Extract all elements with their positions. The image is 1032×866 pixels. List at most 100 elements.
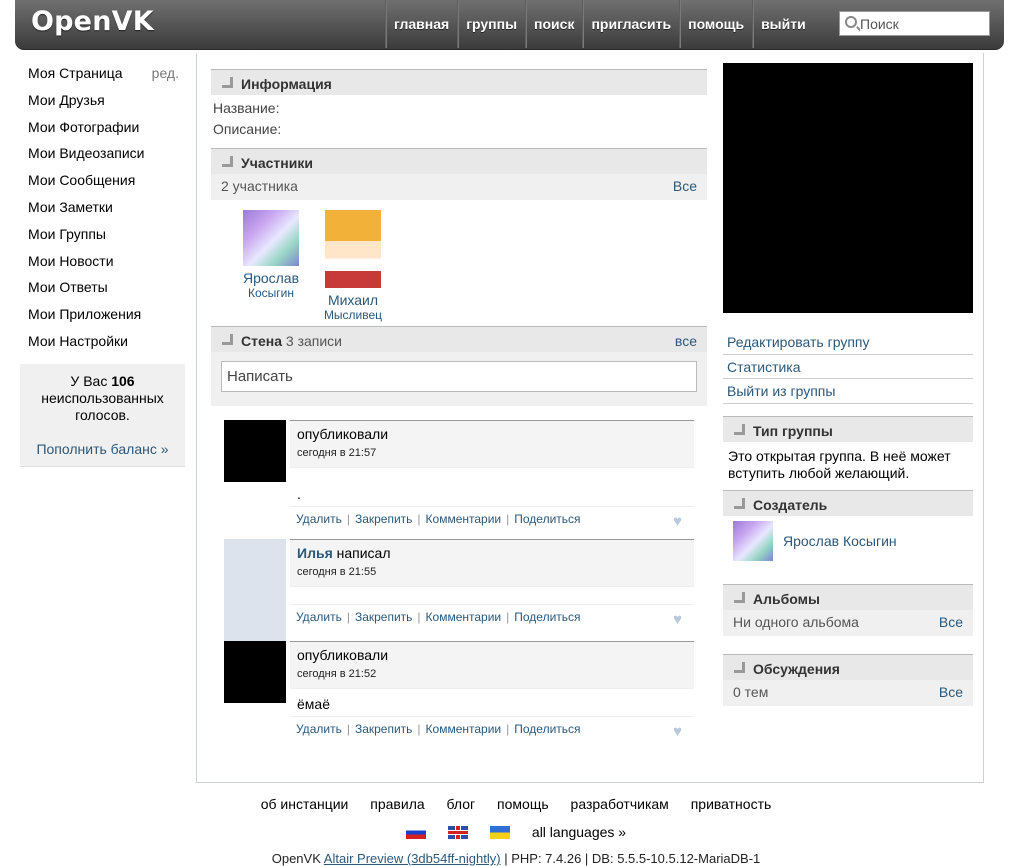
arrow-icon [221,333,233,345]
sidebar-item-settings[interactable]: Мои Настройки [20,328,185,355]
topics-bar: 0 тем Все [723,679,973,706]
arrow-icon [733,661,745,673]
pin-link[interactable]: Закрепить [355,512,412,526]
refill-balance-link[interactable]: Пополнить баланс » [20,441,185,458]
openvk-logo[interactable]: OpenVK [31,6,154,37]
all-languages-link[interactable]: all languages » [532,824,626,840]
sidebar-item-notes[interactable]: Мои Заметки [20,194,185,221]
info-header: Информация [211,69,707,95]
creator-link[interactable]: Ярослав Косыгин [783,533,897,549]
search-box[interactable] [839,11,990,36]
share-link[interactable]: Поделиться [514,610,580,624]
arrow-icon [221,76,233,88]
flag-ua-icon[interactable] [489,825,510,839]
post-actions: Удалить | Закрепить | Комментарии | Поделиться… [290,604,694,632]
albums-all-link[interactable]: Все [939,610,963,634]
footer-links: об инстанции правила блог помощь разрабо… [0,796,1032,812]
sidebar-item-photos[interactable]: Мои Фотографии [20,114,185,141]
comments-link[interactable]: Комментарии [426,512,502,526]
member-last-name[interactable]: Мысливец [312,308,394,322]
group-actions: Редактировать группу Статистика Выйти из… [723,330,973,404]
albums-header: Альбомы [723,583,973,610]
member-first-name[interactable]: Михаил [312,292,394,308]
footer: об инстанции правила блог помощь разрабо… [0,796,1032,866]
delete-link[interactable]: Удалить [296,610,342,624]
wall-post-input[interactable] [221,361,697,392]
share-link[interactable]: Поделиться [514,722,580,736]
avatar[interactable] [733,521,773,561]
nav-help[interactable]: помощь [679,0,752,48]
members-all-link[interactable]: Все [673,174,697,198]
post-header: Илья написал сегодня в 21:55 [290,539,694,586]
arrow-icon [733,591,745,603]
nav-home[interactable]: главная [385,0,457,48]
delete-link[interactable]: Удалить [296,512,342,526]
avatar[interactable] [224,641,286,703]
comments-link[interactable]: Комментарии [426,722,502,736]
albums-section: Альбомы Ни одного альбома Все [723,583,973,636]
statistics-link[interactable]: Статистика [723,355,973,379]
sidebar-item-groups[interactable]: Мои Группы [20,221,185,248]
avatar[interactable] [325,210,381,288]
avatar[interactable] [243,210,299,266]
heart-icon[interactable]: ♥ [673,611,682,628]
comments-link[interactable]: Комментарии [426,610,502,624]
pin-link[interactable]: Закрепить [355,610,412,624]
nav-logout[interactable]: выйти [752,0,814,48]
member-first-name[interactable]: Ярослав [230,270,312,286]
members-count: 2 участника [221,178,298,194]
search-input[interactable] [860,14,986,33]
votes-box: У Вас 106 неиспользованных голосов. Попо… [20,364,185,467]
member-card[interactable]: Ярослав Косыгин [230,210,312,326]
post-date[interactable]: сегодня в 21:55 [297,564,687,581]
topics-all-link[interactable]: Все [939,680,963,704]
group-right-column: Редактировать группу Статистика Выйти из… [723,63,973,706]
topics-section: Обсуждения 0 тем Все [723,653,973,706]
footer-link-about[interactable]: об инстанции [261,796,349,812]
member-card[interactable]: Михаил Мысливец [312,210,394,326]
footer-link-developers[interactable]: разработчикам [571,796,669,812]
sidebar-item-my-page[interactable]: Моя Страница ред. [20,60,185,87]
footer-link-rules[interactable]: правила [370,796,424,812]
sidebar-item-friends[interactable]: Мои Друзья [20,87,185,114]
post-text [290,586,694,604]
edit-group-link[interactable]: Редактировать группу [723,330,973,355]
nav-invite[interactable]: пригласить [582,0,679,48]
members-list: Ярослав Косыгин Михаил Мысливец [211,200,707,326]
heart-icon[interactable]: ♥ [673,723,682,740]
group-avatar[interactable] [723,63,973,313]
wall-count: 3 записи [285,333,342,349]
sidebar-item-news[interactable]: Мои Новости [20,248,185,275]
nav-groups[interactable]: группы [457,0,525,48]
post-date[interactable]: сегодня в 21:57 [297,445,687,462]
pin-link[interactable]: Закрепить [355,722,412,736]
footer-link-blog[interactable]: блог [447,796,476,812]
footer-link-privacy[interactable]: приватность [691,796,772,812]
heart-icon[interactable]: ♥ [673,513,682,530]
language-switcher: all languages » [0,824,1032,840]
group-type-section: Тип группы Это открытая группа. В неё мо… [723,415,973,488]
topics-header: Обсуждения [723,653,973,680]
footer-link-help[interactable]: помощь [497,796,549,812]
edit-link[interactable]: ред. [152,60,185,86]
avatar[interactable] [224,420,286,482]
nav-search[interactable]: поиск [525,0,582,48]
post-author-link[interactable]: Илья [297,545,333,561]
sidebar-item-videos[interactable]: Мои Видеозаписи [20,140,185,167]
delete-link[interactable]: Удалить [296,722,342,736]
sidebar-item-apps[interactable]: Мои Приложения [20,301,185,328]
sidebar-item-messages[interactable]: Мои Сообщения [20,167,185,194]
avatar[interactable] [224,539,286,644]
flag-ru-icon[interactable] [405,825,426,839]
sidebar-item-replies[interactable]: Мои Ответы [20,274,185,301]
build-version-link[interactable]: Altair Preview (3db54ff-nightly) [324,851,501,866]
share-link[interactable]: Поделиться [514,512,580,526]
wall-composer [211,352,707,406]
top-header: OpenVK главная группы поиск пригласить п… [15,0,1004,50]
member-last-name[interactable]: Косыгин [230,286,312,300]
leave-group-link[interactable]: Выйти из группы [723,379,973,404]
wall-all-link[interactable]: все [675,327,697,355]
members-header: Участники [211,148,707,174]
flag-uk-icon[interactable] [447,825,468,839]
post-date[interactable]: сегодня в 21:52 [297,666,687,683]
